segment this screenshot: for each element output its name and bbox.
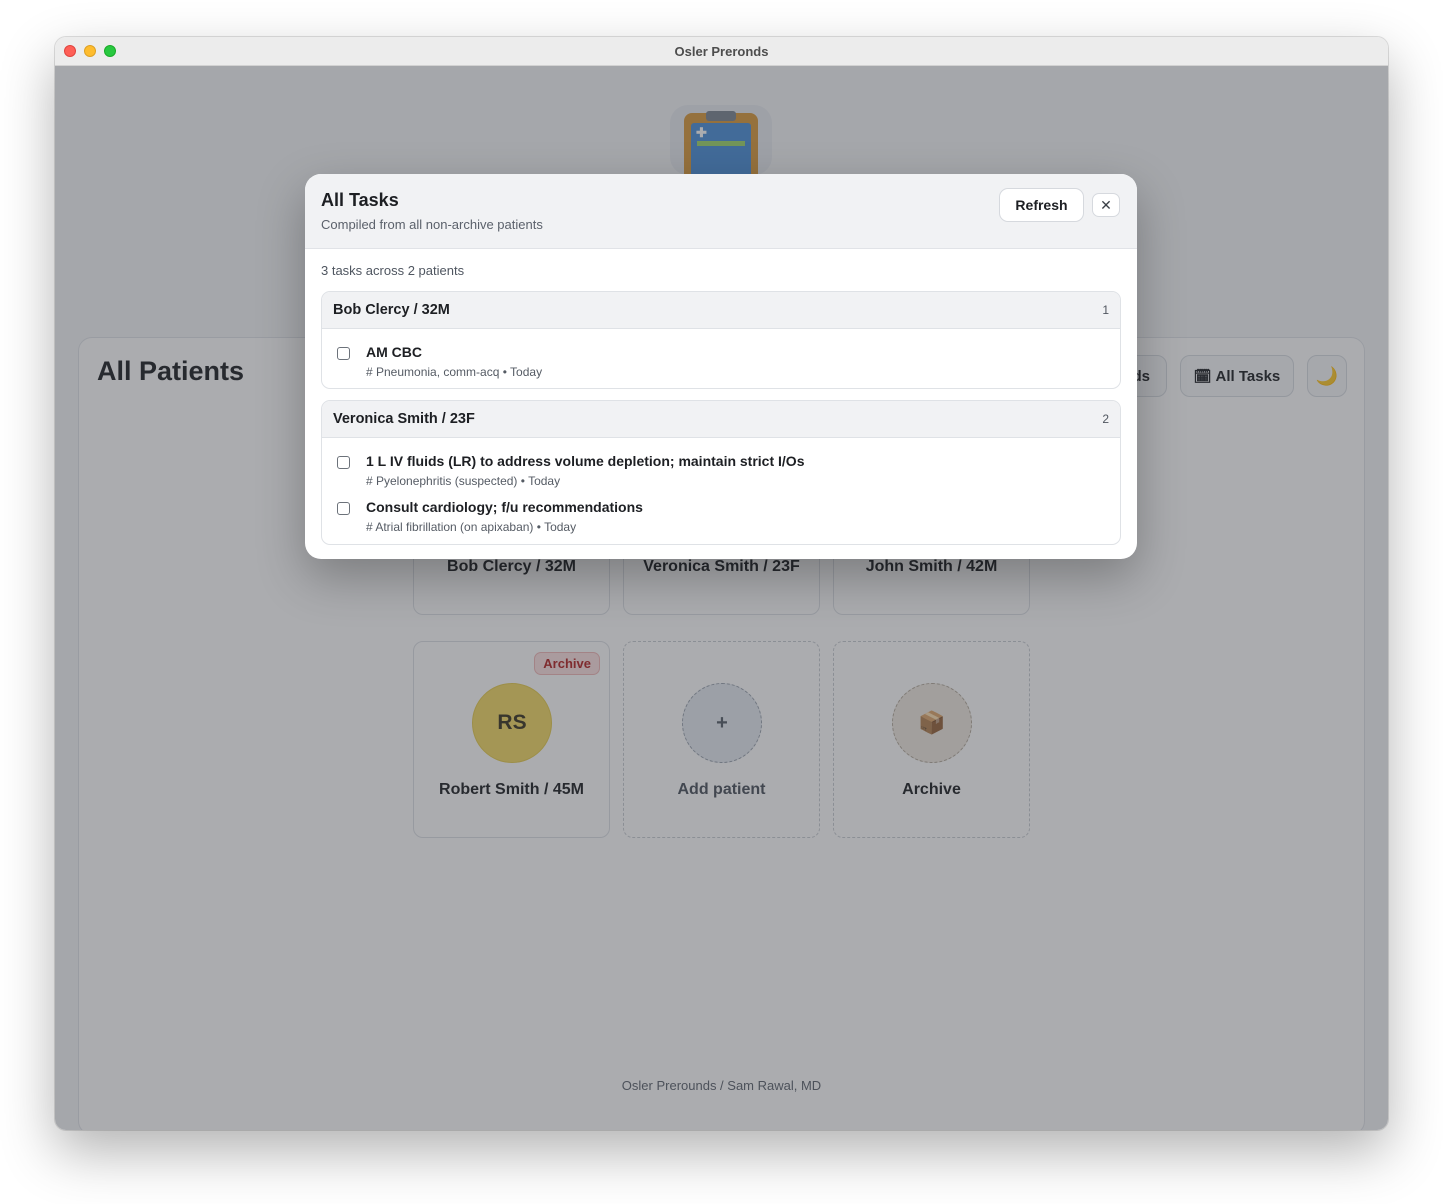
modal-header: All Tasks Compiled from all non-archive …	[305, 174, 1137, 249]
task-group-count: 2	[1102, 412, 1109, 426]
window-title: Osler Preronds	[674, 43, 769, 59]
task-group-patient: Bob Clercy / 32M	[333, 302, 450, 318]
task-checkbox[interactable]	[337, 456, 350, 469]
task-checkbox[interactable]	[337, 502, 350, 515]
task-meta: # Pyelonephritis (suspected) • Today	[366, 474, 561, 488]
task-meta: # Pneumonia, comm-acq • Today	[366, 365, 543, 379]
title-bar: Osler Preronds	[55, 37, 1388, 66]
app-content: ✚ All Patients ds 🗓 All Tasks 🌙 Bob Cler…	[55, 66, 1388, 1130]
task-item: Consult cardiology; f/u recommendations …	[322, 498, 1120, 538]
close-icon[interactable]: ✕	[1092, 193, 1120, 217]
task-group: Bob Clercy / 32M 1 AM CBC # Pneumonia, c…	[321, 291, 1121, 389]
maximize-window-button[interactable]	[104, 45, 116, 57]
window-controls	[64, 45, 116, 57]
task-item: AM CBC # Pneumonia, comm-acq • Today	[322, 343, 1120, 383]
task-item: 1 L IV fluids (LR) to address volume dep…	[322, 452, 1120, 492]
task-meta: # Atrial fibrillation (on apixaban) • To…	[366, 520, 577, 534]
task-summary: 3 tasks across 2 patients	[321, 263, 465, 278]
minimize-window-button[interactable]	[84, 45, 96, 57]
modal-subtitle: Compiled from all non-archive patients	[321, 217, 543, 232]
modal-title: All Tasks	[321, 190, 399, 210]
close-window-button[interactable]	[64, 45, 76, 57]
task-title: Consult cardiology; f/u recommendations	[366, 499, 643, 515]
task-group-patient: Veronica Smith / 23F	[333, 411, 475, 427]
task-title: AM CBC	[366, 344, 422, 360]
task-title: 1 L IV fluids (LR) to address volume dep…	[366, 453, 805, 469]
task-group-header: Bob Clercy / 32M 1	[322, 292, 1120, 329]
task-group-count: 1	[1102, 303, 1109, 317]
task-group-header: Veronica Smith / 23F 2	[322, 401, 1120, 438]
app-window: Osler Preronds ✚ All Patients ds 🗓 All T…	[55, 37, 1388, 1130]
all-tasks-modal: All Tasks Compiled from all non-archive …	[305, 174, 1137, 559]
refresh-button[interactable]: Refresh	[999, 188, 1084, 222]
task-group: Veronica Smith / 23F 2 1 L IV fluids (LR…	[321, 400, 1121, 545]
task-checkbox[interactable]	[337, 347, 350, 360]
